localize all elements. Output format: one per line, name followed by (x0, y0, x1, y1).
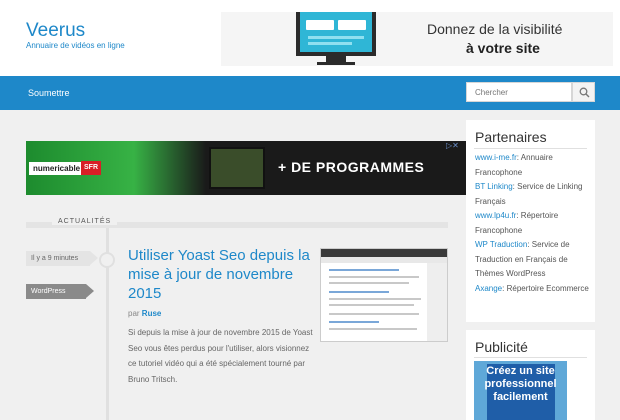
partner-link-btlinking[interactable]: BT Linking (475, 182, 513, 191)
partners-list: www.i-me.fr: Annuaire Francophone BT Lin… (475, 151, 593, 296)
partner-link-wptraduction[interactable]: WP Traduction (475, 240, 527, 249)
partner-link-lp4u[interactable]: www.lp4u.fr (475, 211, 516, 220)
ad-choices-icon[interactable]: ▷✕ (446, 141, 459, 150)
site-tagline: Annuaire de vidéos en ligne (26, 41, 125, 50)
banner-headline: Donnez de la visibilité (427, 21, 563, 37)
partners-divider (474, 148, 587, 149)
section-label: ACTUALITÉS (52, 218, 118, 225)
ad-operator-logo: SFR (81, 161, 101, 175)
advertising-divider (474, 357, 587, 358)
timeline-dot (99, 252, 115, 268)
header-banner-ad[interactable]: Donnez de la visibilité à votre site (221, 12, 613, 66)
search-input[interactable] (466, 82, 572, 102)
byline-prefix: par (128, 309, 140, 318)
post-category-tag[interactable]: WordPress (26, 284, 94, 299)
post-byline: par Ruse (128, 309, 161, 318)
post-thumbnail[interactable] (320, 248, 448, 342)
ad-line-2: professionnel (484, 378, 557, 390)
partners-title: Partenaires (475, 129, 547, 145)
list-item: www.i-me.fr: Annuaire Francophone (475, 153, 553, 177)
ad-banner[interactable]: numericable SFR + DE PROGRAMMES (26, 141, 466, 195)
ad-tv-image (209, 147, 265, 189)
advertising-title: Publicité (475, 339, 528, 355)
monitor-icon (296, 12, 376, 56)
banner-subline: à votre site (466, 40, 540, 56)
partner-link-ime[interactable]: www.i-me.fr (475, 153, 517, 162)
monitor-base (317, 62, 355, 65)
partner-link-axange[interactable]: Axange (475, 284, 502, 293)
search-button[interactable] (572, 82, 595, 102)
list-item: Axange: Répertoire Ecommerce (475, 283, 589, 293)
post-title-link[interactable]: Utiliser Yoast Seo depuis la mise à jour… (128, 246, 313, 303)
sidebar-ad-image[interactable]: Créez un site professionnel facilement (474, 361, 567, 420)
nav-item-soumettre[interactable]: Soumettre (28, 88, 70, 98)
list-item: www.lp4u.fr: Répertoire Francophone (475, 211, 559, 235)
post-time-tag: Il y a 9 minutes (26, 251, 98, 266)
ad-brand-logo: numericable (29, 162, 85, 175)
post-author-link[interactable]: Ruse (142, 309, 162, 318)
search-icon (579, 87, 590, 98)
ad-line-3: facilement (493, 391, 548, 403)
site-logo[interactable]: Veerus (26, 20, 85, 42)
list-item: WP Traduction: Service de Traduction en … (475, 240, 570, 278)
post-excerpt: Si depuis la mise à jour de novembre 201… (128, 328, 313, 384)
ad-line-1: Créez un site (486, 365, 555, 377)
ad-title: + DE PROGRAMMES (278, 159, 425, 175)
list-item: BT Linking: Service de Linking Français (475, 182, 583, 206)
